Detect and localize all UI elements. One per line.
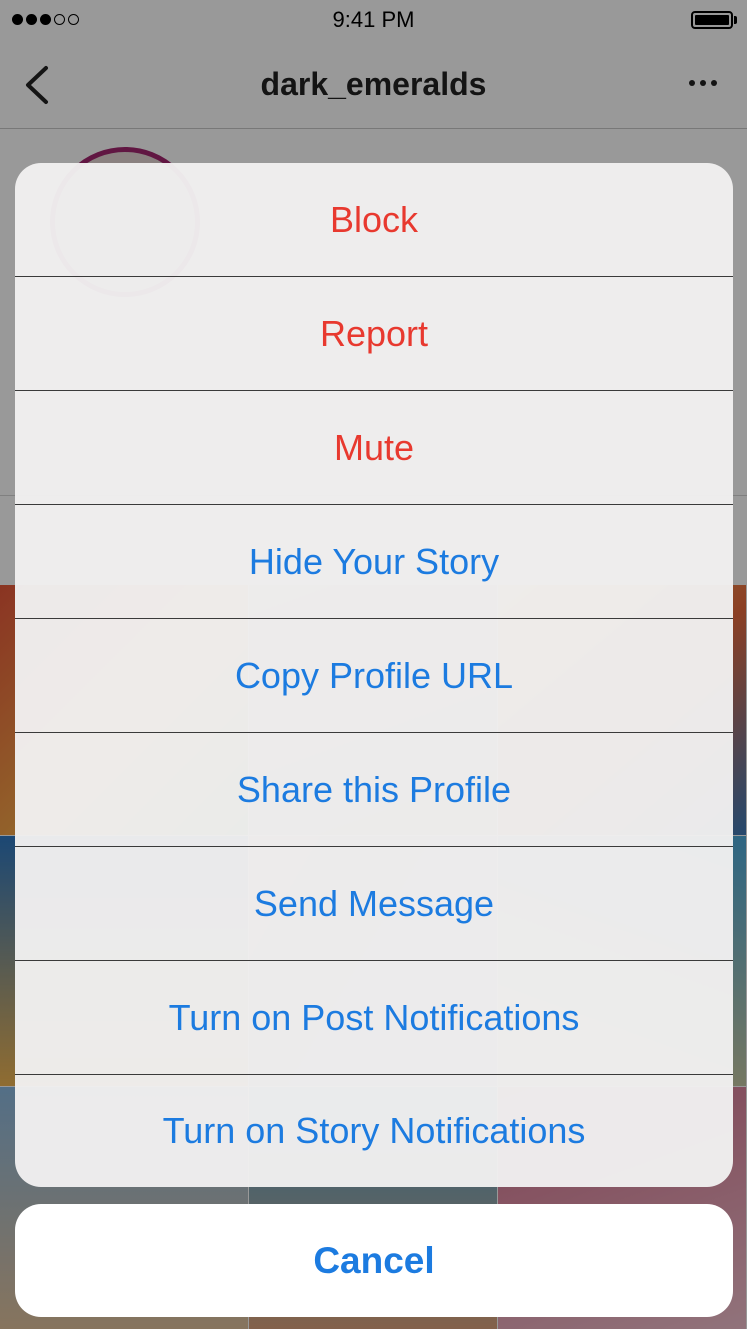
action-sheet: Block Report Mute Hide Your Story Copy P… — [15, 163, 733, 1187]
share-this-profile-button[interactable]: Share this Profile — [15, 733, 733, 846]
send-message-button[interactable]: Send Message — [15, 847, 733, 960]
mute-button[interactable]: Mute — [15, 391, 733, 504]
block-button[interactable]: Block — [15, 163, 733, 276]
turn-on-post-notifications-button[interactable]: Turn on Post Notifications — [15, 961, 733, 1074]
cancel-button[interactable]: Cancel — [15, 1204, 733, 1317]
turn-on-story-notifications-button[interactable]: Turn on Story Notifications — [15, 1074, 733, 1187]
hide-your-story-button[interactable]: Hide Your Story — [15, 505, 733, 618]
copy-profile-url-button[interactable]: Copy Profile URL — [15, 619, 733, 732]
report-button[interactable]: Report — [15, 277, 733, 390]
